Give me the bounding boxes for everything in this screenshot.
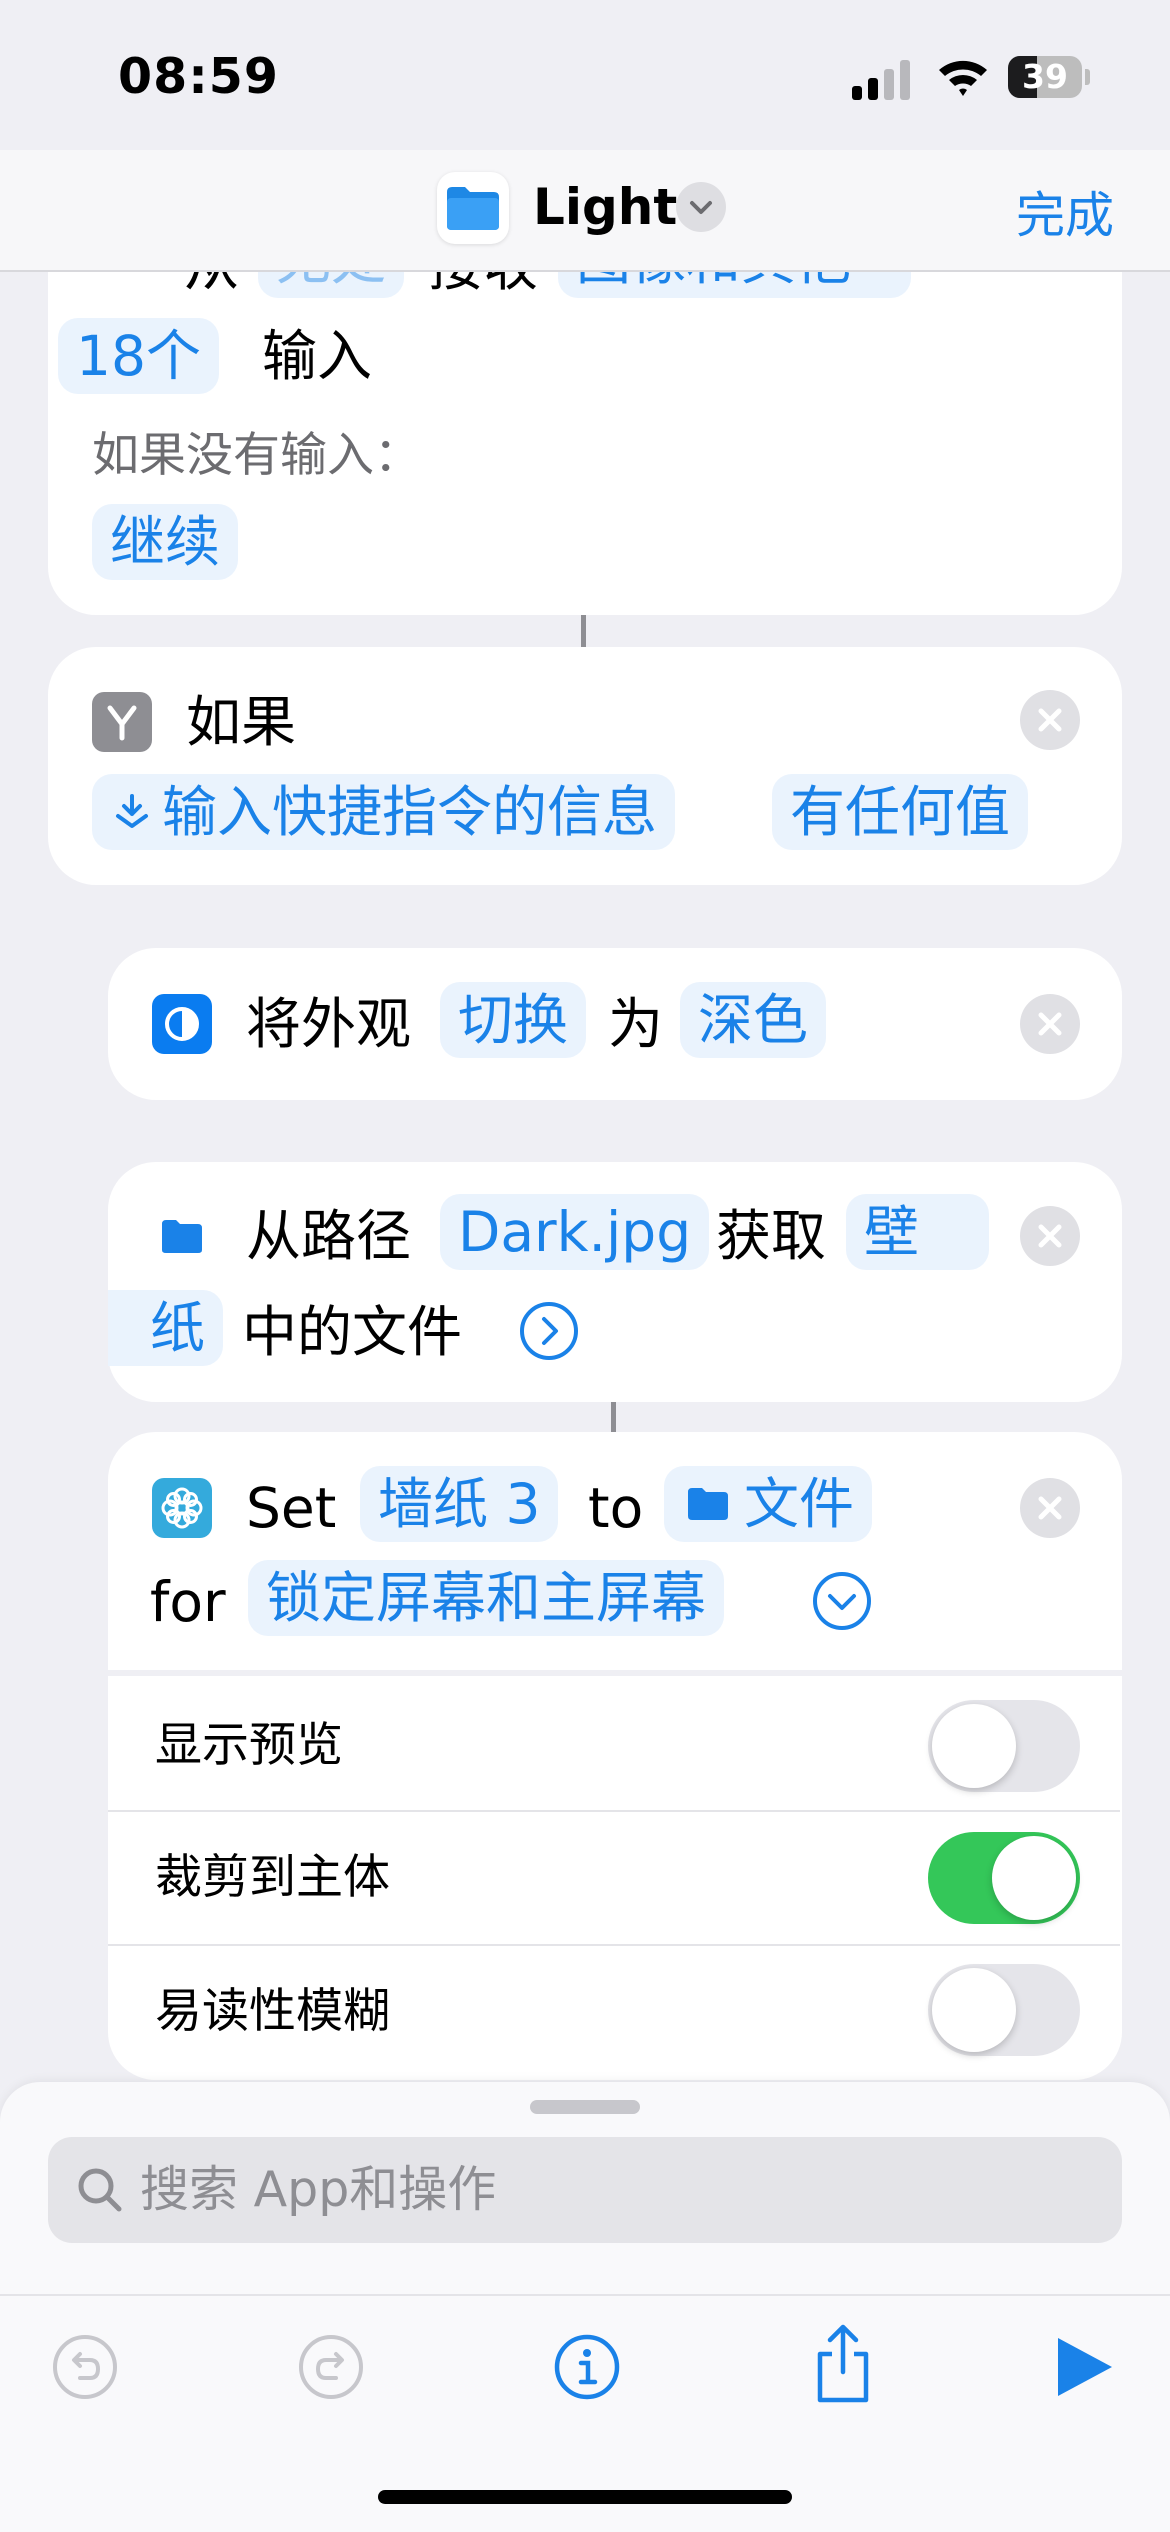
get-file-text-2: 获取 (716, 1204, 827, 1268)
legibility-blur-label: 易读性模糊 (155, 1984, 390, 2039)
crop-to-subject-label: 裁剪到主体 (155, 1850, 390, 1905)
file-path-token[interactable]: Dark.jpg (440, 1194, 710, 1270)
share-icon[interactable] (808, 2322, 878, 2406)
shortcut-title[interactable]: Light (533, 178, 677, 236)
show-preview-toggle[interactable] (928, 1700, 1080, 1792)
remove-appearance-button[interactable] (1020, 994, 1080, 1054)
appearance-text-2: 为 (608, 992, 664, 1056)
get-file-text-3: 中的文件 (242, 1300, 463, 1364)
file-variable-token[interactable]: 文件 (664, 1466, 873, 1542)
shortcut-input-icon (116, 794, 148, 828)
row-divider (108, 1944, 1120, 1946)
condition-value-token[interactable]: 有任何值 (772, 774, 1029, 850)
redo-icon[interactable] (296, 2332, 366, 2402)
wallpaper-select-token[interactable]: 墙纸 3 (360, 1466, 559, 1542)
flow-connector (611, 1402, 616, 1432)
toolbar-divider (0, 2294, 1170, 2296)
status-icons-top: 39 (852, 54, 1092, 102)
to-label: to (588, 1476, 644, 1540)
flow-connector (581, 615, 586, 647)
dark-mode-token[interactable]: 深色 (680, 982, 827, 1058)
chevron-down-icon[interactable] (676, 182, 726, 232)
info-icon[interactable] (552, 2332, 622, 2402)
cellular-signal-icon (852, 60, 910, 100)
folder-icon (688, 1488, 728, 1520)
if-label: 如果 (186, 690, 297, 754)
options-divider (108, 1670, 1122, 1676)
set-label: Set (246, 1476, 337, 1540)
appearance-icon (152, 994, 212, 1054)
wallpaper-folder-token[interactable]: 壁 (846, 1194, 990, 1270)
folder-icon (152, 1206, 212, 1266)
continue-token[interactable]: 继续 (92, 504, 239, 580)
wifi-icon (939, 60, 987, 96)
if-branch-icon (92, 692, 152, 752)
search-input[interactable]: 搜索 App和操作 (140, 2160, 496, 2220)
remove-if-button[interactable] (1020, 690, 1080, 750)
shortcut-folder-icon[interactable] (437, 172, 509, 244)
battery-indicator: 39 (1008, 56, 1090, 98)
home-indicator (378, 2490, 792, 2504)
row-divider (108, 1810, 1120, 1812)
wallpaper-flower-icon (152, 1478, 212, 1538)
remove-get-file-button[interactable] (1020, 1206, 1080, 1266)
search-icon (78, 2168, 122, 2212)
done-button[interactable]: 完成 (1016, 176, 1114, 247)
wallpaper-folder-token-cont[interactable]: 纸 (108, 1290, 224, 1366)
crop-to-subject-toggle[interactable] (928, 1832, 1080, 1924)
condition-label: 输入快捷指令的信息 (162, 780, 658, 844)
appearance-text-1: 将外观 (246, 992, 412, 1056)
screen-target-token[interactable]: 锁定屏幕和主屏幕 (248, 1560, 725, 1636)
get-file-text-1: 从路径 (246, 1204, 412, 1268)
expand-chevron-icon[interactable] (518, 1300, 580, 1362)
legibility-blur-toggle[interactable] (928, 1964, 1080, 2056)
status-time-top: 08:59 (118, 48, 279, 105)
undo-icon[interactable] (50, 2332, 120, 2402)
for-label: for (150, 1570, 226, 1634)
file-variable-label: 文件 (744, 1472, 855, 1536)
input-count-token[interactable]: 18个 (58, 318, 219, 394)
input-label: 输入 (262, 324, 373, 388)
battery-percent: 39 (1022, 57, 1068, 96)
chevron-down-circle-icon[interactable] (811, 1570, 873, 1632)
remove-wallpaper-button[interactable] (1020, 1478, 1080, 1538)
no-input-label: 如果没有输入： (92, 428, 421, 483)
condition-token[interactable]: 输入快捷指令的信息 (92, 774, 676, 850)
play-icon[interactable] (1050, 2332, 1120, 2402)
show-preview-label: 显示预览 (155, 1718, 343, 1773)
toggle-mode-token[interactable]: 切换 (440, 982, 587, 1058)
sheet-grabber[interactable] (530, 2100, 640, 2114)
